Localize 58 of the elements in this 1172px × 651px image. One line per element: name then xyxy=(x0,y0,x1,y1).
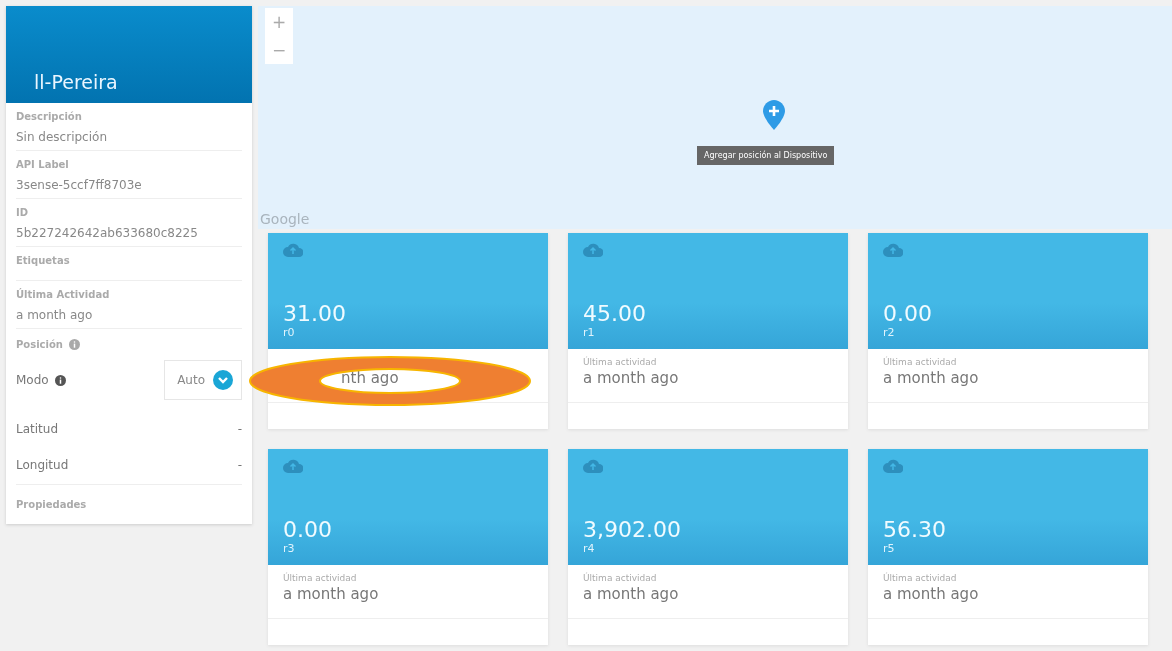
device-title: ll-Pereira xyxy=(34,71,118,93)
info-icon xyxy=(54,374,66,386)
coordinate-label: Latitud xyxy=(16,422,58,436)
cloud-icon xyxy=(883,459,903,473)
variable-name: r4 xyxy=(583,542,596,555)
variable-value: 45.00 xyxy=(583,301,647,326)
field-value: 3sense-5ccf7ff8703e xyxy=(16,178,143,192)
field-value: Sin descripción xyxy=(16,130,108,144)
variable-value: 0.00 xyxy=(883,301,933,326)
field-label: Descripción xyxy=(16,111,83,122)
variable-name: r2 xyxy=(883,326,896,339)
mode-dropdown[interactable]: Auto xyxy=(164,360,242,400)
activity-label: Última actividad xyxy=(583,357,658,369)
section-label: Propiedades xyxy=(16,484,242,524)
field-label: API Label xyxy=(16,159,70,170)
activity-value: nth ago xyxy=(341,369,400,387)
variable-card[interactable]: 0.00 r2 Última actividad a month ago xyxy=(868,233,1148,429)
activity-value: a month ago xyxy=(883,585,980,603)
activity-value: a month ago xyxy=(583,369,680,387)
variable-name: r5 xyxy=(883,542,896,555)
mode-label: Modo xyxy=(16,373,49,387)
activity-label: Última actividad xyxy=(583,573,658,585)
field-label: Posición xyxy=(16,339,63,350)
variable-value: 3,902.00 xyxy=(583,517,682,542)
field-value: 5b227242642ab633680c8225 xyxy=(16,226,199,240)
field-label: Última Actividad xyxy=(16,289,111,300)
cloud-icon xyxy=(283,243,303,257)
variable-value: 56.30 xyxy=(883,517,947,542)
activity-label: Última actividad xyxy=(883,573,958,585)
map-logo: Google xyxy=(260,211,310,227)
cloud-icon xyxy=(283,459,303,473)
variable-value: 0.00 xyxy=(283,517,333,542)
variable-name: r3 xyxy=(283,542,296,555)
variable-card[interactable]: 45.00 r1 Última actividad a month ago xyxy=(568,233,848,429)
field-label: ID xyxy=(16,207,30,218)
variable-name: r1 xyxy=(583,326,596,339)
activity-value: a month ago xyxy=(883,369,980,387)
activity-value: a month ago xyxy=(283,585,380,603)
variable-value: 31.00 xyxy=(283,301,347,326)
field-label: Etiquetas xyxy=(16,255,71,266)
variable-name: r0 xyxy=(283,326,296,339)
cloud-icon xyxy=(883,243,903,257)
cloud-icon xyxy=(583,243,603,257)
add-location-pin-icon[interactable] xyxy=(763,100,785,130)
coordinate-value: - xyxy=(237,458,242,472)
variable-card[interactable]: 0.00 r3 Última actividad a month ago xyxy=(268,449,548,645)
field-value: a month ago xyxy=(16,308,94,322)
coordinate-label: Longitud xyxy=(16,458,69,472)
activity-value: a month ago xyxy=(583,585,680,603)
variable-card[interactable]: 3,902.00 r4 Última actividad a month ago xyxy=(568,449,848,645)
activity-label: Última actividad xyxy=(883,357,958,369)
cloud-icon xyxy=(583,459,603,473)
activity-label: Última actividad xyxy=(283,573,358,585)
info-icon xyxy=(68,339,80,350)
variable-card[interactable]: 56.30 r5 Última actividad a month ago xyxy=(868,449,1148,645)
coordinate-value: - xyxy=(237,422,242,436)
chevron-down-icon xyxy=(213,370,233,390)
tooltip: Agregar posición al Dispositivo xyxy=(697,146,835,165)
